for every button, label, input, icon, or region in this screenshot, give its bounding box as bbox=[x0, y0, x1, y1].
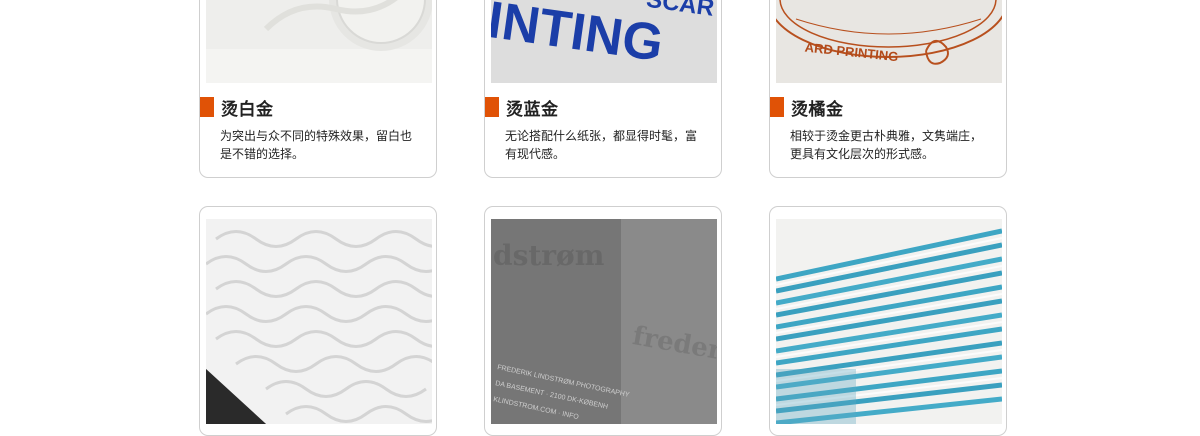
product-card-orange-foil[interactable]: ARD PRINTING 烫橘金 相较于烫金更古朴典雅，文隽端庄，更具有文化层次… bbox=[769, 0, 1007, 178]
card-title-text: 烫蓝金 bbox=[506, 99, 559, 120]
blue-foil-photo[interactable]: SCAR INTING bbox=[491, 0, 717, 83]
image-text: dstrøm bbox=[493, 239, 604, 272]
product-card-white-foil[interactable]: 烫白金 为突出与众不同的特殊效果，留白也是不错的选择。 bbox=[199, 0, 437, 178]
card-description: 相较于烫金更古朴典雅，文隽端庄，更具有文化层次的形式感。 bbox=[790, 129, 983, 161]
title-marker bbox=[485, 97, 499, 117]
product-card-embossed-wave[interactable] bbox=[199, 206, 437, 436]
title-marker bbox=[770, 97, 784, 117]
blue-edge-cards-photo[interactable] bbox=[776, 219, 1002, 424]
title-marker bbox=[200, 97, 214, 117]
embossed-wave-photo[interactable] bbox=[206, 219, 432, 424]
card-description: 无论搭配什么纸张，都显得时髦，富有现代感。 bbox=[505, 129, 698, 161]
white-foil-photo[interactable] bbox=[206, 0, 432, 83]
card-title: 烫橘金 bbox=[770, 97, 844, 120]
product-card-blue-foil[interactable]: SCAR INTING 烫蓝金 无论搭配什么纸张，都显得时髦，富有现代感。 bbox=[484, 0, 722, 178]
card-title-text: 烫白金 bbox=[221, 99, 274, 120]
orange-foil-photo[interactable]: ARD PRINTING bbox=[776, 0, 1002, 83]
product-card-gray-emboss[interactable]: dstrøm frederi FREDERIK LINDSTRØM PHOTOG… bbox=[484, 206, 722, 436]
gray-emboss-card-photo[interactable]: dstrøm frederi FREDERIK LINDSTRØM PHOTOG… bbox=[491, 219, 717, 424]
product-card-blue-edge[interactable] bbox=[769, 206, 1007, 436]
card-title-text: 烫橘金 bbox=[791, 99, 844, 120]
card-title: 烫蓝金 bbox=[485, 97, 559, 120]
card-description: 为突出与众不同的特殊效果，留白也是不错的选择。 bbox=[220, 129, 413, 161]
card-title: 烫白金 bbox=[200, 97, 274, 120]
